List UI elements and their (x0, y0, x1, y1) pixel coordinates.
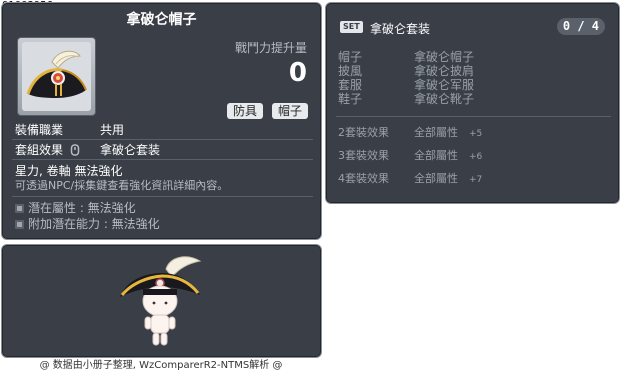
job-row: 裝備職業 共用 (15, 123, 315, 137)
item-icon-frame (17, 37, 96, 116)
set-tooltip-panel: SET 拿破仑套装 0 / 4 帽子 拿破仑帽子 披風 拿破仑披肩 套服 拿破仑… (325, 2, 620, 204)
set-label: 套組效果 (15, 143, 80, 157)
set-name: 拿破仑套装 (370, 22, 431, 36)
divider (12, 196, 313, 197)
item-title: 拿破仑帽子 (126, 12, 197, 28)
bonus-potential-text: 附加潛在能力 : 無法強化 (28, 217, 160, 231)
equip-slot-tag: 帽子 (272, 103, 309, 119)
job-label: 裝備職業 (15, 123, 64, 137)
character-preview-panel (1, 244, 322, 358)
footer-credit: @ 数据由小册子整理, WzComparerR2-NTMS解析 @ (39, 360, 283, 371)
bonus-potential-bullet-icon (15, 220, 24, 229)
character-preview (120, 256, 202, 346)
set-count-badge: 0 / 4 (556, 18, 605, 35)
potential-text: 潛在屬性 : 無法強化 (28, 201, 136, 215)
bonus-potential-row: 附加潛在能力 : 無法強化 (15, 217, 160, 231)
potential-row: 潛在屬性 : 無法強化 (15, 201, 136, 215)
item-tooltip-panel: 拿破仑帽子 戰鬥力提升量 0 防具 帽子 裝備職業 共用 套組效果 拿破仑套装 … (1, 2, 322, 240)
combat-power-label: 戰鬥力提升量 (234, 41, 307, 55)
set-link-icon (70, 144, 80, 156)
job-value: 共用 (100, 123, 125, 137)
divider (12, 159, 313, 160)
equip-type-tag: 防具 (227, 103, 264, 119)
divider (336, 116, 611, 117)
potential-bullet-icon (15, 204, 24, 213)
set-badge: SET (340, 21, 363, 33)
enhance-info-line: 可透過NPC/採集鍵查看強化資訊詳細內容。 (15, 179, 229, 192)
set-row: 套組效果 拿破仑套装 (15, 143, 315, 157)
set-value: 拿破仑套装 (100, 143, 161, 157)
divider (12, 139, 313, 140)
napoleon-hat-icon (26, 50, 87, 98)
combat-power-value: 0 (288, 58, 307, 88)
star-force-line: 星力, 卷軸 無法強化 (15, 164, 123, 178)
